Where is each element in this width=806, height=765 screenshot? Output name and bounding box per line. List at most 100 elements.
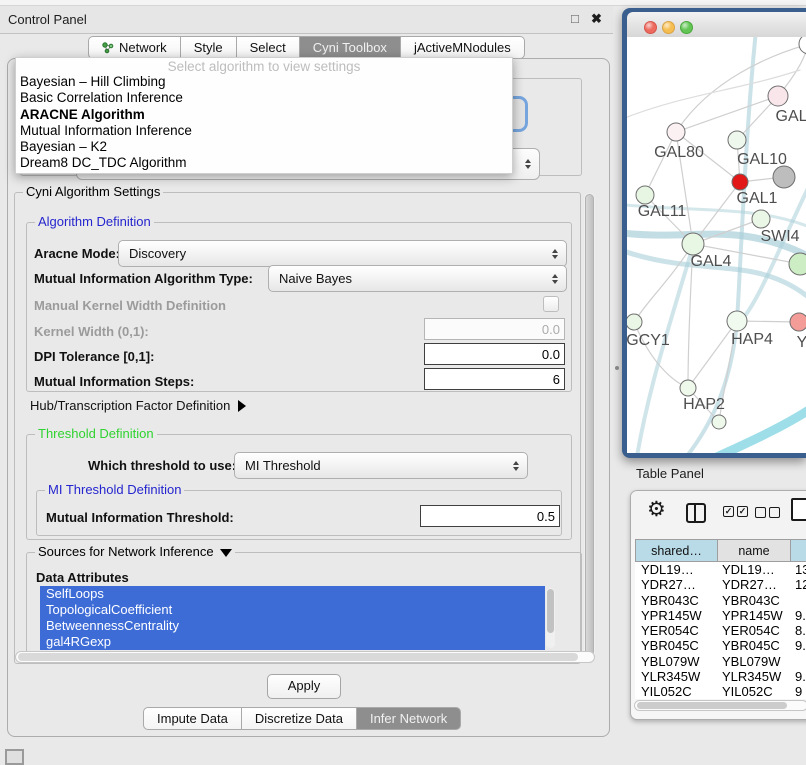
table-cell[interactable]: YER054C: [718, 623, 791, 638]
collapsed-panel-icon[interactable]: [5, 749, 24, 765]
algorithm-option-mutual-information-inference[interactable]: Mutual Information Inference: [16, 123, 512, 139]
table-cell[interactable]: YDR27…: [635, 577, 718, 592]
table-row[interactable]: YBL079WYBL079W: [635, 654, 806, 669]
table-cell[interactable]: YER054C: [635, 623, 718, 638]
table-row[interactable]: YPR145WYPR145W9.: [635, 608, 806, 623]
data-attributes-list[interactable]: SelfLoopsTopologicalCoefficientBetweenne…: [40, 586, 545, 650]
network-node-gal1[interactable]: [732, 174, 748, 190]
hub-definition-expander[interactable]: Hub/Transcription Factor Definition: [30, 398, 246, 413]
algorithm-option-bayesian-k2[interactable]: Bayesian – K2: [16, 139, 512, 155]
select-all-icon[interactable]: ✓✓: [723, 506, 748, 517]
column-header-2[interactable]: [791, 539, 806, 562]
table-cell[interactable]: YBR045C: [635, 638, 718, 653]
table-cell[interactable]: 9: [791, 684, 806, 699]
float-panel-icon[interactable]: □: [571, 11, 579, 26]
tab-jactivemnodules[interactable]: jActiveMNodules: [401, 36, 525, 59]
table-cell[interactable]: [791, 593, 806, 608]
table-row[interactable]: YIL052CYIL052C9: [635, 684, 806, 699]
table-cell[interactable]: YPR145W: [635, 608, 718, 623]
algorithm-option-basic-correlation-inference[interactable]: Basic Correlation Inference: [16, 90, 512, 106]
minimize-window-icon[interactable]: [662, 21, 675, 34]
close-window-icon[interactable]: [644, 21, 657, 34]
attributes-list-scrollbar[interactable]: [546, 588, 555, 648]
mi-steps-input[interactable]: [424, 368, 565, 390]
scrollbar-thumb[interactable]: [547, 589, 554, 633]
table-cell[interactable]: YLR345W: [635, 669, 718, 684]
algorithm-option-aracne-algorithm[interactable]: ARACNE Algorithm: [16, 107, 512, 123]
attribute-item-betweennesscentrality[interactable]: BetweennessCentrality: [40, 618, 545, 634]
table-row[interactable]: YBR043CYBR043C: [635, 593, 806, 608]
column-view-icon[interactable]: [686, 503, 706, 523]
network-node-gal80[interactable]: [667, 123, 685, 141]
network-node-y[interactable]: [790, 313, 806, 331]
table-cell[interactable]: YIL052C: [718, 684, 791, 699]
table-cell[interactable]: YBR045C: [718, 638, 791, 653]
network-node[interactable]: [799, 37, 806, 54]
scrollbar-thumb[interactable]: [585, 194, 594, 656]
tab-select[interactable]: Select: [237, 36, 300, 59]
file-icon[interactable]: [791, 498, 806, 521]
mi-algorithm-type-combobox[interactable]: Naive Bayes: [268, 265, 567, 292]
scrollbar-thumb[interactable]: [637, 702, 787, 709]
table-cell[interactable]: YIL052C: [635, 684, 718, 699]
attribute-item-selfloops[interactable]: SelfLoops: [40, 586, 545, 602]
manual-kernel-width-checkbox[interactable]: [543, 296, 559, 312]
network-node-gal11[interactable]: [636, 186, 654, 204]
network-view-canvas[interactable]: GAL7GAL80GAL10GAL1GAL11SWI4GAL4GCY1HAP4Y…: [627, 37, 806, 453]
tab-discretize-data[interactable]: Discretize Data: [242, 707, 357, 730]
tab-impute-data[interactable]: Impute Data: [143, 707, 242, 730]
table-cell[interactable]: YDL19…: [718, 562, 791, 577]
table-cell[interactable]: 13: [791, 562, 806, 577]
apply-button[interactable]: Apply: [267, 674, 341, 699]
table-horizontal-scrollbar[interactable]: [634, 700, 806, 711]
network-node-gcy1[interactable]: [627, 314, 642, 330]
tab-style[interactable]: Style: [181, 36, 237, 59]
close-panel-icon[interactable]: ✖: [591, 11, 602, 27]
table-cell[interactable]: YLR345W: [718, 669, 791, 684]
table-cell[interactable]: 9.: [791, 608, 806, 623]
deselect-all-icon[interactable]: [755, 507, 780, 518]
network-node-hap2[interactable]: [680, 380, 696, 396]
table-cell[interactable]: 9.: [791, 638, 806, 653]
network-window-titlebar[interactable]: [627, 12, 806, 38]
network-node-gal10[interactable]: [728, 131, 746, 149]
table-row[interactable]: YDL19…YDL19…13: [635, 562, 806, 577]
zoom-window-icon[interactable]: [680, 21, 693, 34]
network-node-swi4[interactable]: [752, 210, 770, 228]
tab-cyni-toolbox[interactable]: Cyni Toolbox: [300, 36, 401, 59]
table-cell[interactable]: YDL19…: [635, 562, 718, 577]
table-row[interactable]: YDR27…YDR27…12: [635, 577, 806, 592]
tab-network[interactable]: Network: [88, 36, 181, 59]
kernel-width-input[interactable]: [424, 318, 565, 340]
attribute-item-topologicalcoefficient[interactable]: TopologicalCoefficient: [40, 602, 545, 618]
table-cell[interactable]: YDR27…: [718, 577, 791, 592]
split-pane-handle[interactable]: [615, 366, 619, 370]
network-node-hap4[interactable]: [727, 311, 747, 331]
algorithm-option-dream8-dc-tdc-algorithm[interactable]: Dream8 DC_TDC Algorithm: [16, 155, 512, 171]
table-cell[interactable]: 9.: [791, 669, 806, 684]
network-node-gal4[interactable]: [682, 233, 704, 255]
network-node-gal7[interactable]: [768, 86, 788, 106]
network-node[interactable]: [789, 253, 806, 275]
table-cell[interactable]: YPR145W: [718, 608, 791, 623]
table-row[interactable]: YER054CYER054C8.: [635, 623, 806, 638]
column-header-name[interactable]: name: [718, 539, 791, 562]
table-cell[interactable]: YBR043C: [718, 593, 791, 608]
collapse-arrow-icon[interactable]: [220, 549, 232, 557]
table-row[interactable]: YLR345WYLR345W9.: [635, 669, 806, 684]
table-cell[interactable]: YBL079W: [718, 654, 791, 669]
algorithm-option-bayesian-hill-climbing[interactable]: Bayesian – Hill Climbing: [16, 74, 512, 90]
gear-icon[interactable]: ⚙: [647, 499, 666, 520]
table-cell[interactable]: 8.: [791, 623, 806, 638]
aracne-mode-combobox[interactable]: Discovery: [118, 240, 567, 267]
network-node[interactable]: [712, 415, 726, 429]
table-cell[interactable]: YBR043C: [635, 593, 718, 608]
table-cell[interactable]: [791, 654, 806, 669]
table-cell[interactable]: YBL079W: [635, 654, 718, 669]
column-header-shared[interactable]: shared…: [635, 539, 718, 562]
which-threshold-combobox[interactable]: MI Threshold: [234, 452, 528, 479]
network-node[interactable]: [773, 166, 795, 188]
table-row[interactable]: YBR045CYBR045C9.: [635, 638, 806, 653]
tab-infer-network[interactable]: Infer Network: [357, 707, 461, 730]
table-cell[interactable]: 12: [791, 577, 806, 592]
